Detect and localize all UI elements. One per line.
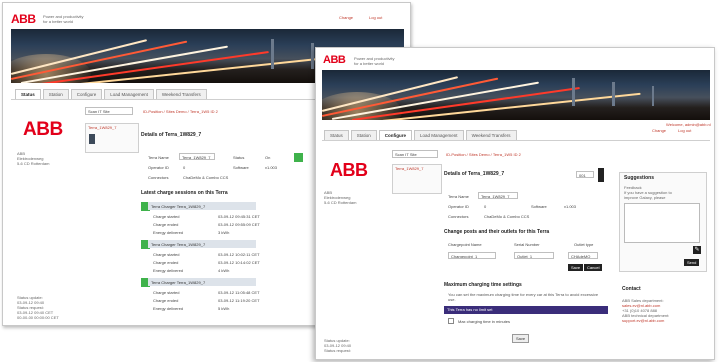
detail-value: v1.003	[265, 165, 278, 170]
session-value: 03-09-12 11:19:20 CET	[218, 298, 260, 303]
session-title[interactable]: Terra Charger Terra_1W829_7	[148, 278, 256, 286]
site-address: ABB Elektrodenweg 5-6 CD Rotterdam	[17, 151, 50, 166]
session-key: Charge ended	[153, 298, 179, 303]
column-header: Chargepoint Name	[448, 242, 482, 247]
detail-key: Software	[531, 204, 547, 209]
session-value: 3 kWh	[218, 230, 230, 235]
detail-key: Operator ID	[448, 204, 469, 209]
max-charging-checkbox-label: Max charging time in minutes	[458, 319, 511, 324]
change-link[interactable]: Change	[339, 15, 353, 20]
abb-logo: ABB	[323, 54, 346, 66]
session-key: Charge ended	[153, 260, 179, 265]
max-charging-save-button[interactable]: Save	[512, 334, 530, 343]
site-select[interactable]: Scan IT Site	[392, 150, 438, 158]
tab-divider	[322, 140, 710, 141]
session-key: Charge started	[153, 252, 180, 257]
session-key: Charge started	[153, 214, 180, 219]
change-link[interactable]: Change	[652, 128, 666, 133]
session-title[interactable]: Terra Charger Terra_1W829_7	[148, 202, 256, 210]
session-value: 03-09-12 10:02:11 CET	[218, 252, 260, 257]
breadcrumb[interactable]: ID-Position / Sites Demo / Terra_1W5 ID …	[446, 152, 521, 157]
details-title: Details of Terra_1W829_7	[444, 171, 505, 177]
cancel-button[interactable]: Cancel	[584, 264, 603, 271]
session-key: Charge started	[153, 290, 180, 295]
save-button[interactable]: Save	[568, 264, 584, 271]
logout-link[interactable]: Log out	[678, 128, 691, 133]
column-header: Serial Number	[514, 242, 540, 247]
contact-title: Contact	[622, 286, 641, 292]
detail-key: Terra Name	[448, 194, 469, 199]
detail-value: Terra_1W829_7	[179, 153, 215, 160]
session-key: Energy delivered	[153, 230, 184, 235]
terra-list-item[interactable]: Terra_1W829_7	[88, 125, 116, 130]
site-select[interactable]: Scan IT Site	[85, 107, 133, 115]
detail-value: On	[265, 155, 271, 160]
detail-key: Operator ID	[148, 165, 169, 170]
support-email-link[interactable]: support.ev@nl.abb.com	[622, 318, 669, 323]
detail-value: v1.003	[564, 204, 577, 209]
max-charging-description: You can set the maximum charging time fo…	[448, 292, 599, 302]
session-key: Charge ended	[153, 222, 179, 227]
detail-value: ChaDeMo & Combo CCS	[484, 214, 530, 219]
details-value[interactable]: 001	[576, 171, 594, 178]
detail-value: 0	[484, 204, 487, 209]
status-footer: Status update: 03-09-12 09:40 Status req…	[17, 295, 59, 320]
serial-number-input[interactable]: Outlet_1	[514, 252, 554, 259]
chargepoint-name-input[interactable]: Chargepoint_1	[448, 252, 496, 259]
session-title[interactable]: Terra Charger Terra_1W829_7	[148, 240, 256, 248]
column-header: Outlet type	[574, 242, 594, 247]
suggestions-title: Suggestions	[624, 175, 655, 181]
session-value: 03-09-12 09:45:31 CET	[218, 214, 260, 219]
tagline: Power and productivity for a better world	[43, 14, 84, 24]
tagline: Power and productivity for a better world	[354, 56, 395, 66]
abb-logo-large: ABB	[23, 119, 63, 140]
detail-key: Connectors	[148, 175, 169, 180]
breadcrumb[interactable]: ID-Position / Sites Demo / Terra_1W5 ID …	[143, 109, 218, 114]
terra-list: Terra_1W829_7	[85, 123, 139, 153]
session-value: 03-09-12 10:14:02 CET	[218, 260, 260, 265]
session-key: Energy delivered	[153, 306, 184, 311]
suggestion-textarea[interactable]	[624, 203, 700, 243]
details-title: Details of Terra_1W829_7	[141, 132, 202, 138]
pencil-icon[interactable]: ✎	[693, 246, 701, 254]
contact-info: ABB Sales department: sales.ev@nl.abb.co…	[622, 298, 670, 323]
detail-value: ChaDeMo & Combo CCS	[183, 175, 229, 180]
suggestions-panel: Suggestions Feedback If you have a sugge…	[619, 172, 707, 272]
detail-key: Software	[233, 165, 249, 170]
max-charging-status-bar: This Terra has no limit set	[444, 306, 608, 314]
detail-value: 0	[183, 165, 186, 170]
sessions-title: Latest charge sessions on this Terra	[141, 190, 228, 196]
status-indicator	[294, 153, 303, 162]
outlet-type-select[interactable]: CHAdeMO	[568, 252, 598, 259]
detail-key: Status	[233, 155, 245, 160]
detail-key: Terra Name	[148, 155, 169, 160]
scroll-handle-icon[interactable]	[598, 168, 604, 182]
abb-logo: ABB	[11, 12, 36, 26]
session-value: 03-09-12 11:05:48 CET	[218, 290, 260, 295]
front-window: ABB Power and productivity for a better w…	[315, 47, 715, 360]
session-key: Energy delivered	[153, 268, 184, 273]
change-posts-title: Change posts and their outlets for this …	[444, 229, 550, 235]
suggestions-text: Feedback If you have a suggestion to imp…	[624, 185, 672, 200]
header-meta: Welcome, admin@abb.nl	[666, 122, 711, 127]
logout-link[interactable]: Log out	[369, 15, 382, 20]
site-address: ABB Elektrodenweg 5-6 CD Rotterdam	[324, 190, 357, 205]
max-charging-checkbox[interactable]	[448, 318, 454, 324]
session-value: 5 kWh	[218, 306, 230, 311]
abb-logo-large: ABB	[330, 160, 368, 180]
detail-value[interactable]: Terra_1W829_7	[478, 192, 518, 199]
session-value: 03-09-12 09:55:09 CET	[218, 222, 260, 227]
terra-list: Terra_1W829_7	[392, 164, 442, 194]
send-button[interactable]: Send	[684, 259, 700, 266]
status-footer: Status update: 03-09-12 09:40 Status req…	[324, 338, 352, 353]
max-charging-title: Maximum charging time settings	[444, 282, 522, 288]
session-value: 4 kWh	[218, 268, 230, 273]
highway-banner	[322, 70, 710, 120]
terra-list-item[interactable]: Terra_1W829_7	[395, 166, 423, 171]
detail-key: Connectors	[448, 214, 469, 219]
charger-icon	[89, 134, 95, 144]
